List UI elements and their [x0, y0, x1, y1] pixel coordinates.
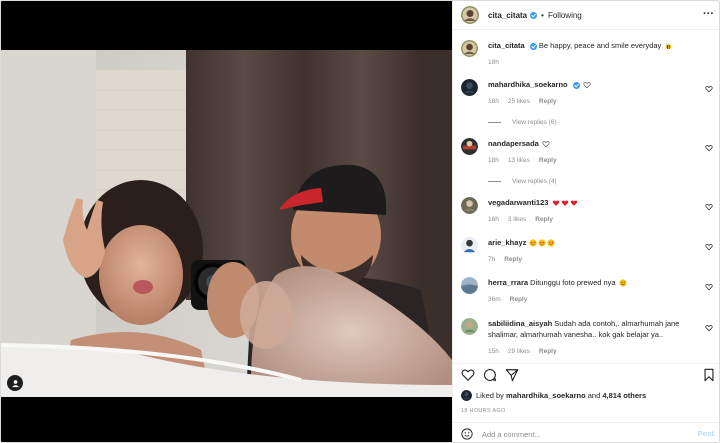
liked-by-prefix: Liked by — [476, 391, 504, 400]
view-replies-button[interactable]: View replies (6) — [488, 117, 700, 128]
liked-by-user[interactable]: mahardhika_soekarno — [506, 391, 586, 400]
post-header: cita_citata • Following ··· — [453, 1, 719, 30]
separator-dot: • — [541, 10, 544, 20]
post-timestamp[interactable]: 18 HOURS AGO — [461, 408, 506, 414]
reply-button[interactable]: Reply — [539, 348, 557, 355]
star-struck-emoji-icon — [538, 239, 547, 247]
comment-time[interactable]: 18h — [488, 157, 499, 164]
comment-like-heart-icon[interactable] — [705, 203, 713, 211]
likes-summary: Liked by mahardhika_soekarno and 4,814 o… — [461, 390, 646, 401]
comment-like-heart-icon[interactable] — [705, 85, 713, 93]
comment-like-heart-icon[interactable] — [705, 243, 713, 251]
comment-username[interactable]: mahardhika_soekarno — [488, 80, 568, 89]
post-photo[interactable] — [1, 50, 452, 397]
comment-time[interactable]: 15h — [488, 348, 499, 355]
white-heart-emoji-icon — [542, 141, 550, 148]
comment-username[interactable]: cita_citata — [488, 41, 525, 50]
smiley-icon[interactable] — [461, 428, 473, 440]
comment-time[interactable]: 18h — [488, 59, 499, 66]
comment-likes[interactable]: 25 likes — [508, 98, 530, 105]
liked-by-others[interactable]: 4,814 others — [602, 391, 646, 400]
verified-badge-icon — [530, 11, 538, 19]
commenter-avatar[interactable] — [461, 277, 478, 294]
post-comment-button[interactable]: Post — [698, 429, 714, 438]
commenter-avatar[interactable] — [461, 79, 478, 96]
comment-text: Ditunggu foto prewed nya — [530, 278, 616, 287]
smiley-emoji-icon — [619, 279, 627, 287]
share-icon[interactable] — [505, 368, 519, 382]
following-button[interactable]: Following — [548, 11, 582, 20]
add-comment-input[interactable] — [482, 427, 672, 441]
verified-badge-icon — [572, 81, 580, 89]
reply-button[interactable]: Reply — [535, 216, 553, 223]
comment-time[interactable]: 36m — [488, 296, 501, 303]
comment-likes[interactable]: 29 likes — [508, 348, 530, 355]
bee-emoji-icon — [666, 43, 672, 49]
author-avatar[interactable] — [461, 6, 479, 24]
comment-time[interactable]: 18h — [488, 98, 499, 105]
view-replies-label: View replies (6) — [512, 119, 557, 126]
liked-by-joiner: and — [587, 391, 601, 400]
comment-username[interactable]: nandapersada — [488, 139, 539, 148]
view-replies-label: View replies (4) — [512, 178, 557, 185]
commenter-avatar[interactable] — [461, 138, 478, 155]
commenter-avatar[interactable] — [461, 318, 478, 335]
comment-like-heart-icon[interactable] — [705, 283, 713, 291]
replies-line — [488, 122, 501, 123]
star-struck-emoji-icon — [547, 239, 556, 247]
view-replies-button[interactable]: View replies (4) — [488, 176, 700, 187]
commenter-avatar[interactable] — [461, 197, 478, 214]
bookmark-icon[interactable] — [702, 368, 716, 382]
comment-username[interactable]: herra_rrara — [488, 278, 528, 287]
replies-line — [488, 181, 501, 182]
reply-button[interactable]: Reply — [539, 157, 557, 164]
reply-button[interactable]: Reply — [539, 98, 557, 105]
red-heart-emoji-icon — [561, 200, 568, 206]
caption-text: Be happy, peace and smile everyday — [538, 41, 662, 50]
user-tag-icon[interactable] — [7, 375, 23, 391]
add-comment-bar: Post — [453, 422, 719, 442]
heart-icon[interactable] — [461, 368, 475, 382]
reply-button[interactable]: Reply — [504, 256, 522, 263]
comment-like-heart-icon[interactable] — [705, 144, 713, 152]
post-modal: cita_citata • Following ··· cita_citata … — [0, 0, 720, 443]
post-media — [1, 1, 452, 442]
action-bar — [461, 368, 716, 384]
author-username[interactable]: cita_citata — [488, 11, 527, 20]
post-actions: Liked by mahardhika_soekarno and 4,814 o… — [453, 363, 719, 442]
comment-time[interactable]: 16h — [488, 216, 499, 223]
author-avatar[interactable] — [461, 40, 478, 57]
reply-button[interactable]: Reply — [510, 296, 528, 303]
post-side-panel: cita_citata • Following ··· cita_citata … — [452, 1, 719, 442]
verified-badge-icon — [529, 42, 537, 50]
comment-username[interactable]: arie_khayz — [488, 238, 526, 247]
comments-list[interactable]: cita_citata Be happy, peace and smile ev… — [453, 31, 719, 363]
red-heart-emoji-icon — [570, 200, 577, 206]
liker-avatar — [461, 390, 472, 401]
white-heart-emoji-icon — [583, 82, 591, 89]
comment-username[interactable]: sabiliidina_aisyah — [488, 319, 552, 328]
star-struck-emoji-icon — [529, 239, 538, 247]
commenter-avatar[interactable] — [461, 237, 478, 254]
comment-username[interactable]: vegadarwanti123 — [488, 198, 548, 207]
comment-likes[interactable]: 3 likes — [508, 216, 526, 223]
comment-like-heart-icon[interactable] — [705, 324, 713, 332]
comment-likes[interactable]: 13 likes — [508, 157, 530, 164]
more-icon[interactable]: ··· — [703, 9, 714, 20]
comment-time[interactable]: 7h — [488, 256, 495, 263]
comment-icon[interactable] — [483, 368, 497, 382]
red-heart-emoji-icon — [552, 200, 559, 206]
